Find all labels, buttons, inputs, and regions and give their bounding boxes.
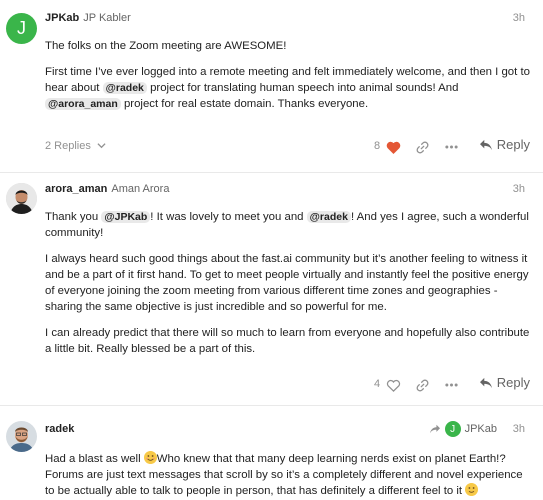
paragraph: The folks on the Zoom meeting are AWESOM…: [45, 40, 287, 52]
reply-arrow-icon: [479, 377, 492, 388]
post-arora-aman: arora_aman Aman Arora 3h Thank you @JPKab…: [0, 173, 543, 403]
replies-toggle[interactable]: 2 Replies: [45, 140, 106, 152]
slight-smile-emoji-icon: [465, 483, 479, 496]
mention-link[interactable]: @radek: [102, 82, 147, 94]
paragraph: Had a blast as well Who knew that that m…: [45, 451, 523, 497]
post-actions: 4 Reply: [45, 374, 530, 398]
username[interactable]: radek: [45, 423, 74, 435]
reply-arrow-icon: [479, 139, 492, 150]
avatar-photo: [6, 421, 37, 452]
post-radek: radek J JPKab 3h Had a blast as well Who…: [0, 406, 543, 500]
avatar[interactable]: J: [6, 13, 37, 44]
copy-link-button[interactable]: [413, 138, 431, 156]
post-time[interactable]: 3h: [513, 423, 525, 435]
paragraph: First time I’ve ever logged into a remot…: [45, 66, 530, 110]
paragraph: I always heard such good things about th…: [45, 253, 529, 313]
username[interactable]: JPKab: [45, 12, 79, 24]
like-count[interactable]: 8: [374, 140, 380, 152]
heart-outline-icon: [386, 379, 400, 392]
avatar[interactable]: [6, 183, 37, 214]
post-actions: 2 Replies 8 Reply: [45, 136, 530, 160]
full-name: JP Kabler: [83, 12, 131, 24]
ellipsis-icon: [444, 383, 458, 387]
avatar-photo: [6, 183, 37, 214]
reply-button[interactable]: Reply: [479, 137, 530, 152]
post-meta: arora_aman Aman Arora: [45, 183, 169, 195]
link-icon: [416, 379, 428, 391]
mention-link[interactable]: @JPKab: [101, 211, 151, 223]
post-time[interactable]: 3h: [513, 12, 525, 24]
avatar[interactable]: [6, 421, 37, 452]
heart-icon: [386, 141, 400, 154]
smile-emoji-icon: [143, 451, 157, 464]
post-body: Had a blast as well Who knew that that m…: [45, 451, 530, 499]
paragraph: Thank you @JPKab! It was lovely to meet …: [45, 211, 529, 239]
post-jpkab: J JPKab JP Kabler 3h The folks on the Zoo…: [0, 0, 543, 172]
reply-to-username: JPKab: [464, 423, 497, 435]
copy-link-button[interactable]: [413, 376, 431, 394]
username[interactable]: arora_aman: [45, 183, 107, 195]
ellipsis-icon: [444, 145, 458, 149]
post-meta: radek: [45, 423, 74, 435]
mention-link[interactable]: @radek: [306, 211, 351, 223]
post-meta: JPKab JP Kabler: [45, 12, 131, 24]
like-count[interactable]: 4: [374, 378, 380, 390]
post-body: Thank you @JPKab! It was lovely to meet …: [45, 209, 530, 357]
reply-arrow-icon: [429, 424, 440, 434]
chevron-down-icon: [97, 143, 106, 149]
like-button[interactable]: [384, 138, 402, 156]
mention-link[interactable]: @arora_aman: [45, 98, 121, 110]
reply-button[interactable]: Reply: [479, 375, 530, 390]
post-time[interactable]: 3h: [513, 183, 525, 195]
avatar: J: [444, 421, 461, 437]
paragraph: I can already predict that there will so…: [45, 327, 530, 355]
link-icon: [416, 141, 428, 153]
reply-to-indicator[interactable]: J JPKab: [429, 421, 497, 437]
full-name: Aman Arora: [111, 183, 170, 195]
more-button[interactable]: [442, 376, 460, 394]
like-button[interactable]: [384, 376, 402, 394]
more-button[interactable]: [442, 138, 460, 156]
post-body: The folks on the Zoom meeting are AWESOM…: [45, 38, 530, 112]
